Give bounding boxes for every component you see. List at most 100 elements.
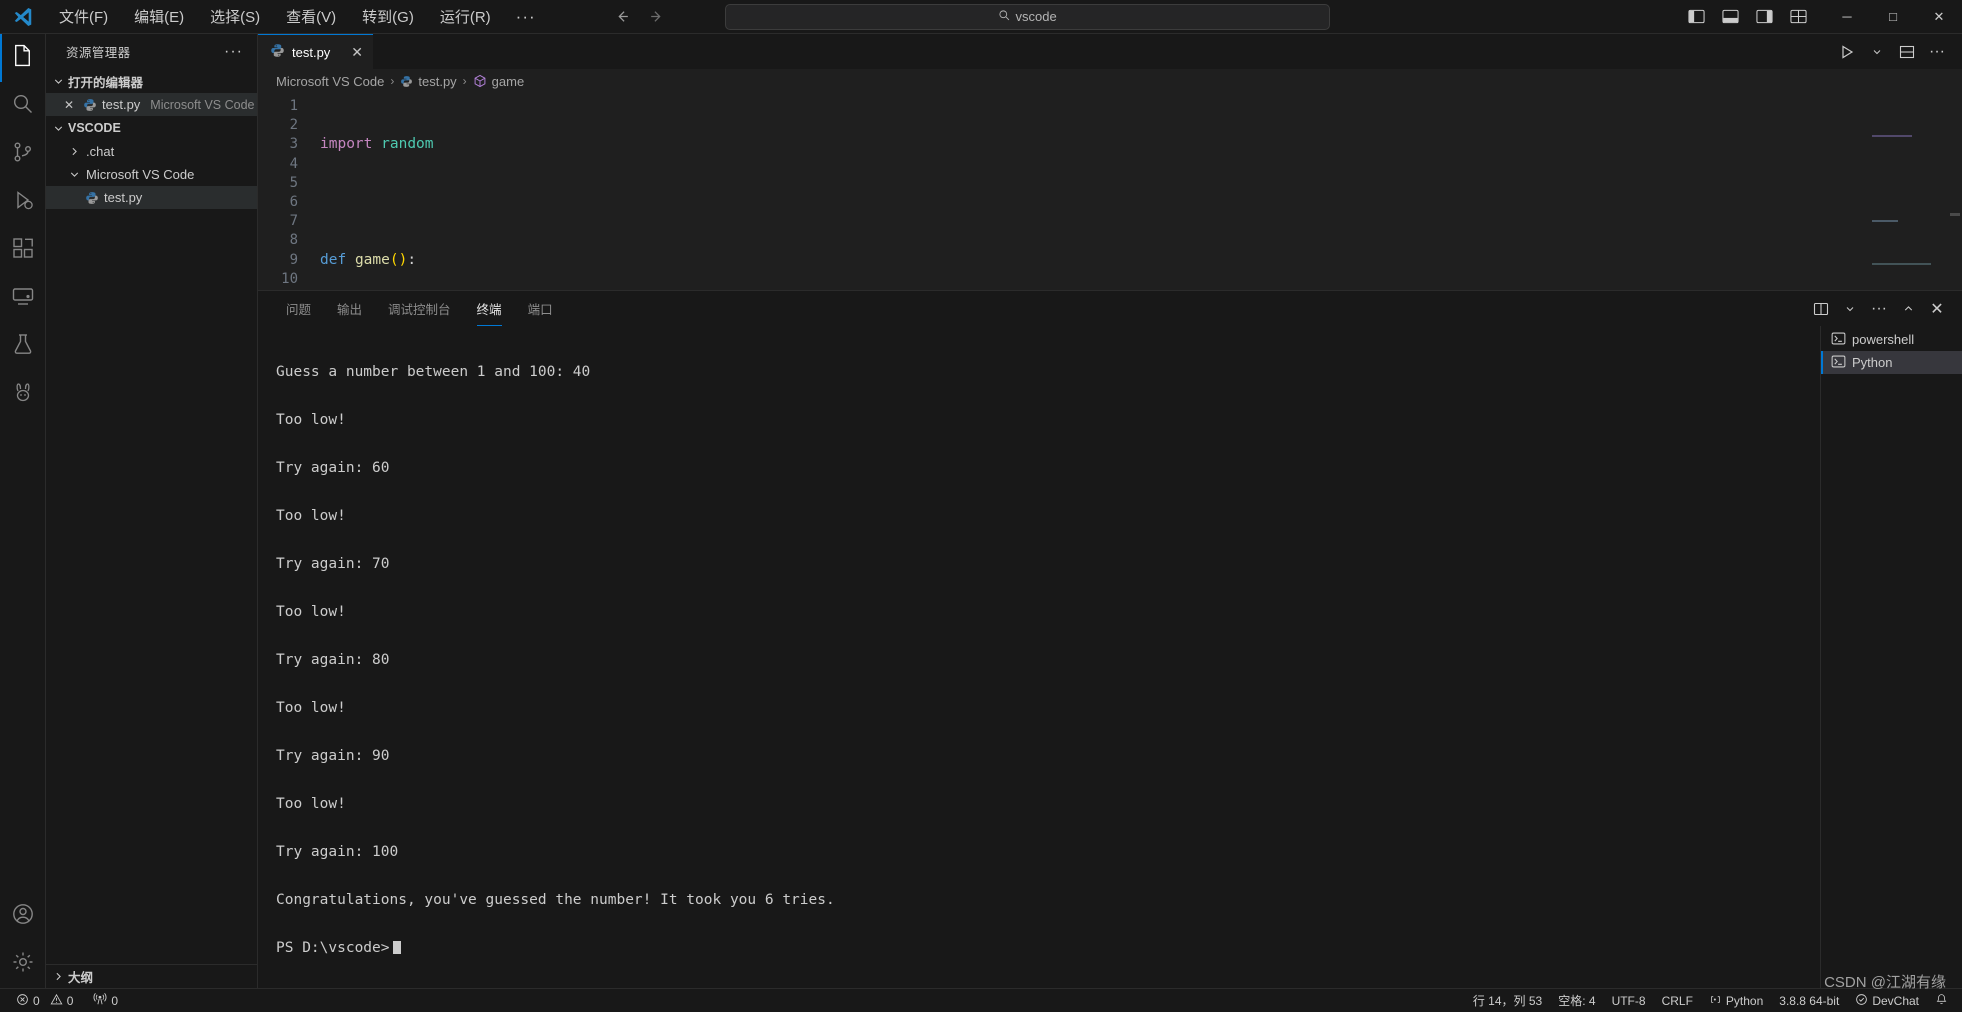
tree-item-testpy-file[interactable]: test.py [46, 186, 257, 209]
layout-panel-icon[interactable] [1718, 6, 1742, 28]
terminal-line: Try again: 90 [276, 748, 390, 764]
quick-search-container: vscode [724, 3, 1330, 30]
code-editor[interactable]: 1 2 3 4 5 6 7 8 9 10 11 12 13 14 15 16 1 [258, 93, 1962, 290]
line-number: 7 [289, 213, 298, 230]
status-cursor-position[interactable]: 行 14，列 53 [1465, 989, 1550, 1012]
chevron-up-icon[interactable] [1895, 296, 1921, 322]
breadcrumb-file[interactable]: test.py [400, 73, 457, 89]
files-icon [10, 43, 35, 73]
line-number-gutter: 1 2 3 4 5 6 7 8 9 10 11 12 13 14 15 16 1 [258, 93, 320, 290]
tab-testpy[interactable]: test.py ✕ [258, 34, 374, 69]
tree-item-chat-folder[interactable]: .chat [46, 140, 257, 163]
more-horizontal-icon[interactable]: ··· [1866, 296, 1892, 322]
sidebar: 资源管理器 ··· 打开的编辑器 ✕ test.py Microsoft VS … [46, 34, 258, 988]
terminal-icon [1831, 354, 1846, 372]
status-indentation[interactable]: 空格: 4 [1550, 989, 1603, 1012]
activity-item-remote-explorer[interactable] [0, 274, 46, 322]
run-play-icon[interactable] [1834, 39, 1860, 65]
menu-edit[interactable]: 编辑(E) [121, 2, 197, 31]
arrow-left-icon[interactable] [610, 4, 636, 30]
terminal-item-python[interactable]: Python [1821, 351, 1962, 374]
menu-go[interactable]: 转到(G) [349, 2, 427, 31]
status-bar: 0 0 0 行 14，列 53 空格: 4 UTF-8 CRLF Python … [0, 988, 1962, 1012]
layout-controls [1684, 6, 1824, 28]
minimap[interactable] [1872, 97, 1948, 265]
status-eol[interactable]: CRLF [1654, 989, 1701, 1012]
status-ports[interactable]: 0 [85, 989, 126, 1012]
remote-icon [11, 284, 35, 313]
status-interpreter[interactable]: 3.8.8 64-bit [1771, 989, 1847, 1012]
more-horizontal-icon[interactable]: ··· [224, 43, 249, 61]
menu-more-button[interactable]: ··· [504, 7, 548, 27]
minimize-button[interactable]: ─ [1824, 0, 1870, 34]
menu-selection[interactable]: 选择(S) [197, 2, 273, 31]
vscode-window: 文件(F) 编辑(E) 选择(S) 查看(V) 转到(G) 运行(R) ··· … [0, 0, 1962, 1012]
status-devchat[interactable]: DevChat [1847, 989, 1927, 1012]
tree-item-msvscode-folder[interactable]: Microsoft VS Code [46, 163, 257, 186]
activity-item-source-control[interactable] [0, 130, 46, 178]
terminal-item-powershell[interactable]: powershell [1821, 328, 1962, 351]
panel-tab-ports[interactable]: 端口 [518, 291, 563, 326]
breadcrumb-symbol[interactable]: game [473, 73, 525, 89]
layout-sidebar-left-icon[interactable] [1684, 6, 1708, 28]
activity-item-explorer[interactable] [0, 34, 46, 82]
arrow-right-icon[interactable] [644, 4, 670, 30]
terminal-line: Try again: 60 [276, 460, 390, 476]
activity-item-testing[interactable] [0, 322, 46, 370]
section-outline[interactable]: 大纲 [46, 964, 257, 988]
layout-grid-icon[interactable] [1786, 6, 1810, 28]
breadcrumb-label: game [491, 73, 525, 89]
terminal-prompt-line: PS D:\vscode> [276, 940, 1820, 956]
vscode-logo-icon [0, 6, 46, 28]
split-terminal-icon[interactable] [1808, 296, 1834, 322]
activity-item-search[interactable] [0, 82, 46, 130]
sidebar-title: 资源管理器 ··· [46, 34, 257, 69]
panel-tab-problems[interactable]: 问题 [276, 291, 321, 326]
search-input[interactable]: vscode [724, 3, 1330, 30]
close-button[interactable]: ✕ [1916, 0, 1962, 34]
sidebar-title-label: 资源管理器 [66, 46, 131, 60]
section-workspace[interactable]: VSCODE [46, 116, 257, 140]
account-icon [11, 902, 35, 931]
status-encoding[interactable]: UTF-8 [1604, 989, 1654, 1012]
status-language-mode[interactable]: Python [1701, 989, 1771, 1012]
panel-actions: ··· ✕ [1808, 296, 1962, 322]
activity-item-extensions[interactable] [0, 226, 46, 274]
more-horizontal-icon[interactable]: ··· [1924, 39, 1950, 65]
section-open-editors[interactable]: 打开的编辑器 [46, 69, 257, 93]
activity-item-run-and-debug[interactable] [0, 178, 46, 226]
chevron-down-icon[interactable] [1837, 296, 1863, 322]
split-editor-icon[interactable] [1894, 39, 1920, 65]
activity-bar [0, 34, 46, 988]
close-icon[interactable]: ✕ [60, 98, 78, 112]
close-icon[interactable]: ✕ [351, 44, 363, 61]
tree-item-label: test.py [104, 190, 143, 205]
terminal-line: Guess a number between 1 and 100: 40 [276, 364, 591, 380]
menu-file[interactable]: 文件(F) [46, 2, 121, 31]
line-number: 5 [289, 174, 298, 191]
status-notifications[interactable] [1927, 989, 1956, 1012]
panel-tab-debug-console[interactable]: 调试控制台 [378, 291, 461, 326]
activity-item-devchat[interactable] [0, 370, 46, 418]
terminal-line: Too low! [276, 412, 346, 428]
code-line-1: import random [320, 136, 434, 153]
status-problems[interactable]: 0 0 [8, 989, 81, 1012]
breadcrumb-label: test.py [418, 73, 457, 89]
open-editor-item[interactable]: ✕ test.py Microsoft VS Code [46, 93, 257, 116]
panel-tab-output[interactable]: 输出 [327, 291, 372, 326]
workbench-body: 资源管理器 ··· 打开的编辑器 ✕ test.py Microsoft VS … [0, 34, 1962, 988]
menu-run[interactable]: 运行(R) [427, 2, 504, 31]
close-icon[interactable]: ✕ [1924, 296, 1950, 322]
layout-sidebar-right-icon[interactable] [1752, 6, 1776, 28]
chevron-down-icon[interactable] [1864, 39, 1890, 65]
menu-view[interactable]: 查看(V) [273, 2, 349, 31]
code-content[interactable]: import random def game(): number_to_gues… [320, 93, 1962, 290]
panel-tab-terminal[interactable]: 终端 [467, 291, 512, 326]
activity-item-accounts[interactable] [0, 892, 46, 940]
chevron-down-icon [50, 75, 66, 88]
activity-item-settings[interactable] [0, 940, 46, 988]
maximize-button[interactable]: □ [1870, 0, 1916, 34]
terminal-output[interactable]: Guess a number between 1 and 100: 40 Too… [258, 326, 1820, 988]
breadcrumb-folder[interactable]: Microsoft VS Code [276, 74, 384, 89]
terminal-line: Too low! [276, 604, 346, 620]
